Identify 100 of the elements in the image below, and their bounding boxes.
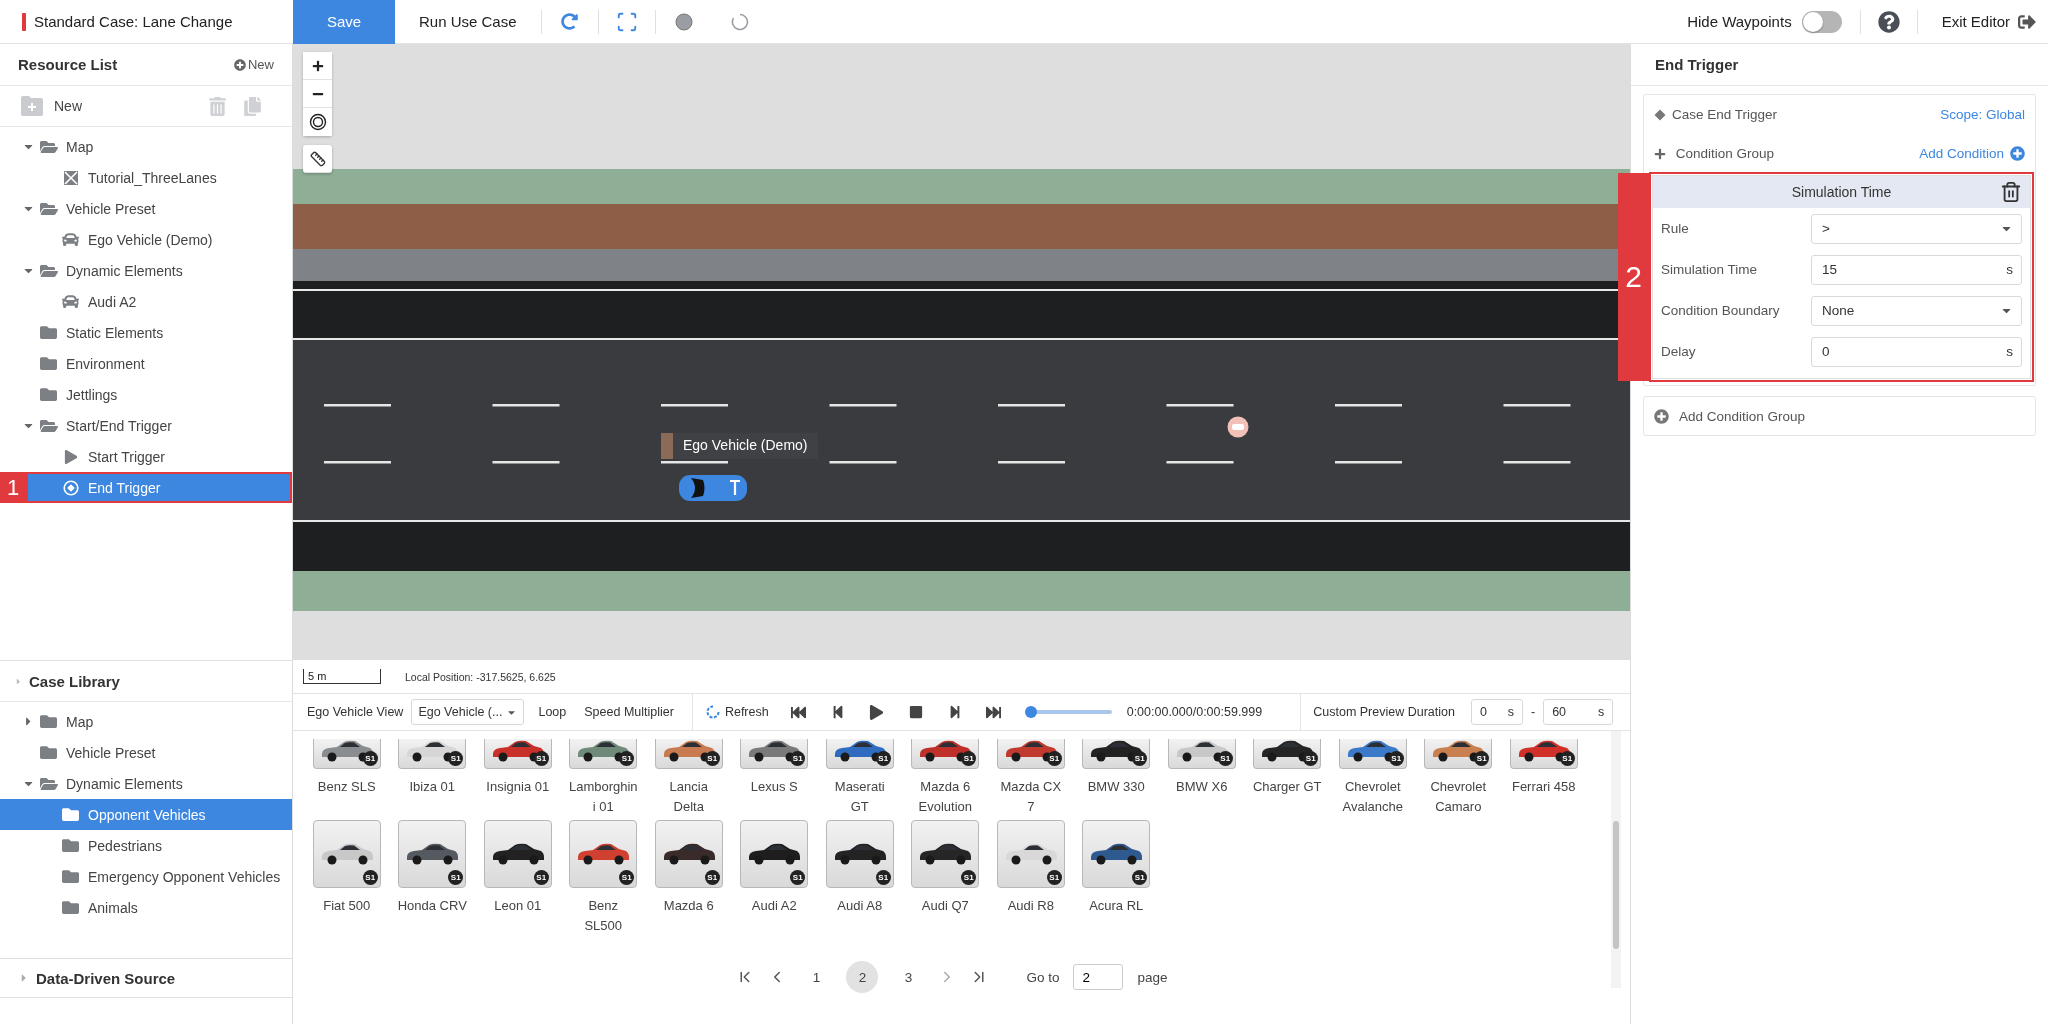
time-readout: 0:00:00.000/0:00:59.999	[1126, 705, 1263, 719]
tree-item[interactable]: Map	[0, 131, 292, 162]
vehicle-thumbnail[interactable]: S1	[312, 739, 381, 769]
map-icon	[62, 169, 79, 186]
vehicle-thumbnail[interactable]: S1	[483, 820, 552, 888]
vehicle-thumbnail[interactable]: S1	[569, 820, 638, 888]
vehicle-thumbnail[interactable]: S1	[312, 820, 381, 888]
folder-icon	[62, 806, 79, 823]
tree-item[interactable]: Emergency Opponent Vehicles	[0, 861, 292, 892]
group-label: Condition Group	[1654, 146, 1775, 161]
recenter-button[interactable]	[303, 108, 332, 136]
vehicle-thumbnail[interactable]: S1	[398, 739, 467, 769]
end-field[interactable]: 60 s	[1543, 699, 1614, 725]
ruler-button[interactable]	[303, 145, 332, 173]
zoom-out-button[interactable]	[303, 80, 332, 108]
vehicle-thumbnail[interactable]: S1	[483, 739, 552, 769]
page-input[interactable]: 2	[1073, 964, 1124, 990]
vehicle-thumbnail[interactable]: S1	[1509, 739, 1578, 769]
add-group-button[interactable]: Add Condition Group	[1643, 396, 2036, 436]
save-button[interactable]: Save	[293, 0, 395, 44]
tree-item[interactable]: Jettlings	[0, 379, 292, 410]
vehicle-thumbnail[interactable]: S1	[1253, 739, 1322, 769]
vehicle-name: Ibiza 01	[408, 778, 456, 796]
stop-icon	[908, 705, 923, 719]
slider-thumb[interactable]	[1024, 706, 1037, 718]
exit-icon	[2018, 12, 2036, 31]
input-field[interactable]: 15 s	[1811, 254, 2022, 285]
vehicle-thumbnail[interactable]: S1	[1082, 739, 1151, 769]
tree-item[interactable]: Pedestrians	[0, 830, 292, 861]
vehicle-name: BMW X6	[1175, 778, 1229, 796]
tree-item[interactable]: Environment	[0, 348, 292, 379]
tree-item[interactable]: Vehicle Preset	[0, 737, 292, 768]
vehicle-thumbnail[interactable]: S1	[654, 739, 723, 769]
step-badge: 1	[0, 472, 26, 503]
tree-item[interactable]: Start Trigger	[0, 441, 292, 472]
start-field[interactable]: 0 s	[1470, 699, 1523, 725]
range-separator: -	[1530, 705, 1536, 719]
tree-item[interactable]: Map	[0, 706, 292, 737]
tree-item[interactable]: End Trigger	[26, 472, 292, 503]
badge: S1	[448, 870, 464, 885]
input-field[interactable]: 0 s	[1811, 336, 2022, 367]
delete-button[interactable]	[2000, 181, 2022, 203]
target-icon	[62, 479, 79, 496]
page-button[interactable]: 2	[846, 961, 879, 993]
vehicle-name: Audi A2	[750, 897, 798, 915]
badge: S1	[1474, 751, 1490, 766]
vehicle-thumbnail[interactable]: S1	[825, 820, 894, 888]
add-condition-link[interactable]: Add Condition	[1919, 146, 2025, 161]
tree-item[interactable]: Ego Vehicle (Demo)	[0, 224, 292, 255]
folder-icon	[62, 868, 79, 885]
view-select[interactable]: Ego Vehicle (...	[411, 699, 525, 725]
select-field[interactable]: >	[1811, 213, 2022, 244]
vehicle-thumbnail[interactable]: S1	[1167, 739, 1236, 769]
vehicle-thumbnail[interactable]: S1	[654, 820, 723, 888]
badge: S1	[790, 870, 806, 885]
vehicle-thumbnail[interactable]: S1	[740, 820, 809, 888]
vehicle-thumbnail[interactable]: S1	[569, 739, 638, 769]
vehicle-thumbnail[interactable]: S1	[911, 820, 980, 888]
waypoints-toggle[interactable]	[1801, 10, 1842, 33]
vehicle-name: Acura RL	[1088, 897, 1145, 915]
badge: S1	[1132, 751, 1148, 766]
tree-item[interactable]: Tutorial_ThreeLanes	[0, 162, 292, 193]
tree-item[interactable]: Dynamic Elements	[0, 255, 292, 286]
page-label: page	[1137, 969, 1168, 985]
folder-icon	[40, 324, 57, 341]
tree-item[interactable]: Opponent Vehicles	[0, 799, 292, 830]
redo-icon	[561, 13, 579, 30]
tree-item[interactable]: Dynamic Elements	[0, 768, 292, 799]
tree-item[interactable]: Audi A2	[0, 286, 292, 317]
scope-link[interactable]: Scope: Global	[1940, 107, 2025, 122]
vehicle-thumbnail[interactable]: S1	[996, 820, 1065, 888]
vehicle-thumbnail[interactable]: S1	[1338, 739, 1407, 769]
badge: S1	[619, 751, 635, 766]
scrollbar[interactable]	[1611, 731, 1621, 988]
select-field[interactable]: None	[1811, 295, 2022, 326]
vehicle-name: Maserati GT	[833, 778, 886, 816]
vehicle-thumbnail[interactable]: S1	[996, 739, 1065, 769]
page-button[interactable]: 1	[800, 961, 833, 993]
car-icon[interactable]	[677, 472, 749, 504]
vehicle-marker-icon[interactable]	[1227, 416, 1249, 438]
new-button[interactable]: New	[20, 95, 82, 117]
vehicle-thumbnail[interactable]: S1	[1424, 739, 1493, 769]
loop-button[interactable]: Loop	[538, 705, 567, 719]
vehicle-thumbnail[interactable]: S1	[398, 820, 467, 888]
page-button[interactable]: 3	[892, 961, 925, 993]
tree-item[interactable]: Animals	[0, 892, 292, 923]
speed-button[interactable]: Speed Multiplier	[584, 705, 674, 719]
vehicle-thumbnail[interactable]: S1	[740, 739, 809, 769]
new-link[interactable]: New	[234, 57, 274, 72]
refresh-button[interactable]: Refresh	[704, 704, 769, 720]
tree-item[interactable]: Vehicle Preset	[0, 193, 292, 224]
plus-icon	[1654, 147, 1666, 160]
vehicle-thumbnail[interactable]: S1	[1082, 820, 1151, 888]
tree-item[interactable]: Start/End Trigger	[0, 410, 292, 441]
exit-button[interactable]: Exit Editor	[1917, 0, 2048, 44]
run-button[interactable]: Run Use Case	[395, 0, 541, 44]
zoom-in-button[interactable]	[303, 52, 332, 80]
tree-item[interactable]: Static Elements	[0, 317, 292, 348]
vehicle-thumbnail[interactable]: S1	[825, 739, 894, 769]
vehicle-thumbnail[interactable]: S1	[911, 739, 980, 769]
